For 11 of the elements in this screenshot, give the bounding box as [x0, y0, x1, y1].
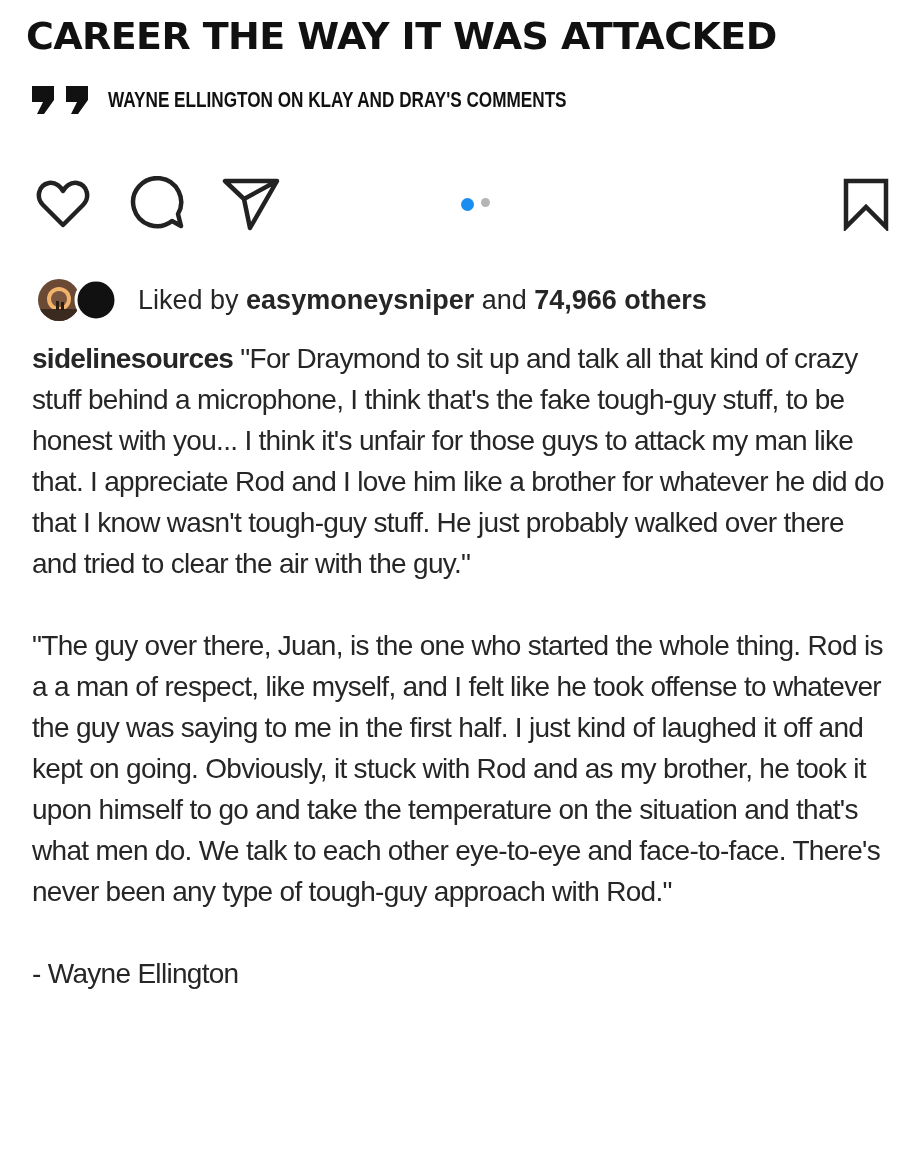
heart-icon[interactable] [36, 179, 90, 229]
caption-text: - Wayne Ellington [32, 957, 240, 991]
caption-text: "The guy over there, Juan, is the one who started the whole thing. Rod is a a man of respect, like myself, and I felt like he took offense to whatever the guy was saying to me in the first half. I just kind of laughed it off and kept on going. Obviously, it stuck with Rod and as my brother, he took it upon himself to go and take the temperature on the situation and that's what men do. We talk to each other eye-to-eye and face-to-face. There's never been any type of tough-guy approach with Rod." [32, 629, 884, 909]
paper-plane-icon[interactable] [222, 177, 280, 231]
likes-text: Liked by easymoneysniper and 74,966 others [138, 284, 707, 316]
caption-text: sidelinesources "For Draymond to sit up and talk all that kind of crazy stuff behind a microphone, I think that's the fake tough-guy stuff, to be honest with you... I think it's unfair for those guys to attack my man like that. I appreciate Rod and I love him like a brother for whatever he did do that I know wasn't tough-guy stuff. He just probably walked over there and tried to clear the air with the guy." [32, 342, 885, 581]
avatar-icon [74, 278, 118, 322]
quote-caption: WAYNE ELLINGTON ON KLAY AND DRAY'S COMMENTS [108, 87, 567, 113]
bookmark-icon[interactable] [842, 177, 890, 231]
headline: CAREER THE WAY IT WAS ATTACKED [26, 14, 778, 58]
comment-icon[interactable] [128, 176, 184, 232]
